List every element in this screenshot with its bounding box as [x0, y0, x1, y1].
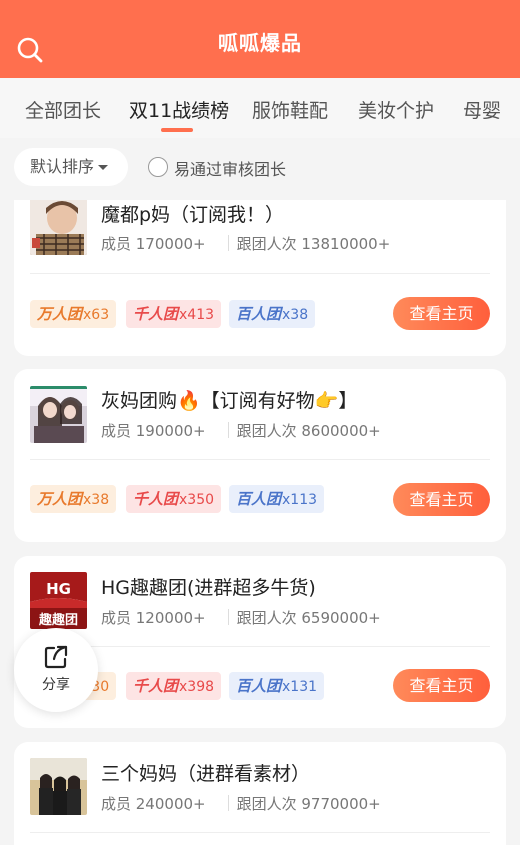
card-divider [30, 646, 490, 647]
avatar [30, 386, 87, 443]
app-header: 呱呱爆品 [0, 0, 520, 78]
stats-divider [227, 422, 229, 438]
share-button[interactable]: 分享 [14, 628, 98, 712]
badge-100-group: 百人团x38 [229, 300, 316, 328]
avatar-text-top: HG [46, 580, 71, 598]
tab-baby[interactable]: 母婴 [463, 96, 501, 123]
card-divider [30, 273, 490, 274]
follower-count: 跟团人次 8600000+ [236, 422, 381, 440]
member-count: 成员 190000+ [101, 422, 206, 440]
view-homepage-button[interactable]: 查看主页 [393, 669, 490, 702]
badge-1k-group: 千人团x413 [126, 300, 222, 328]
tab-beauty[interactable]: 美妆个护 [358, 96, 434, 123]
leader-card: 灰妈团购🔥【订阅有好物👉】 成员 190000+ 跟团人次 8600000+ 万人… [14, 369, 506, 542]
leader-name[interactable]: 三个妈妈（进群看素材） [101, 759, 310, 786]
active-tab-indicator [161, 128, 193, 132]
leader-stats: 成员 240000+ 跟团人次 9770000+ [101, 793, 381, 814]
stats-divider [227, 609, 229, 625]
leader-card: 魔都p妈（订阅我！） 成员 170000+ 跟团人次 13810000+ 万人团x… [14, 200, 506, 356]
share-icon [44, 645, 68, 669]
easy-approval-checkbox[interactable] [148, 157, 168, 177]
avatar [30, 758, 87, 815]
sort-dropdown[interactable]: 默认排序 [14, 148, 128, 186]
badge-10k-group: 万人团x63 [30, 300, 117, 328]
badge-10k-group: 万人团x38 [30, 485, 117, 513]
badge-100-group: 百人团x131 [229, 672, 325, 700]
leader-stats: 成员 190000+ 跟团人次 8600000+ [101, 420, 381, 441]
filter-bar: 默认排序 易通过审核团长 [0, 138, 520, 200]
easy-approval-label[interactable]: 易通过审核团长 [174, 156, 286, 180]
tab-double11-ranking[interactable]: 双11战绩榜 [129, 96, 229, 123]
leader-stats: 成员 170000+ 跟团人次 13810000+ [101, 233, 390, 254]
follower-count: 跟团人次 9770000+ [236, 795, 381, 813]
leader-card: 三个妈妈（进群看素材） 成员 240000+ 跟团人次 9770000+ [14, 742, 506, 845]
badge-1k-group: 千人团x350 [126, 485, 222, 513]
tab-all-leaders[interactable]: 全部团长 [25, 96, 101, 123]
view-homepage-button[interactable]: 查看主页 [393, 297, 490, 330]
leader-list: 魔都p妈（订阅我！） 成员 170000+ 跟团人次 13810000+ 万人团x… [0, 200, 520, 845]
tab-apparel[interactable]: 服饰鞋配 [252, 96, 328, 123]
stats-divider [227, 795, 229, 811]
leader-stats: 成员 120000+ 跟团人次 6590000+ [101, 607, 381, 628]
avatar-text-bottom: 趣趣团 [38, 613, 78, 628]
caret-down-icon [98, 165, 108, 170]
leader-name[interactable]: 魔都p妈（订阅我！） [101, 200, 284, 227]
badge-1k-group: 千人团x398 [126, 672, 222, 700]
card-divider [30, 459, 490, 460]
share-label: 分享 [42, 677, 70, 693]
sort-label: 默认排序 [30, 157, 95, 176]
member-count: 成员 120000+ [101, 609, 206, 627]
member-count: 成员 170000+ [101, 235, 206, 253]
category-tabs: 全部团长 双11战绩榜 服饰鞋配 美妆个护 母婴 [0, 78, 520, 138]
card-divider [30, 832, 490, 833]
view-homepage-button[interactable]: 查看主页 [393, 483, 490, 516]
avatar [30, 200, 87, 255]
member-count: 成员 240000+ [101, 795, 206, 813]
stats-divider [227, 235, 229, 251]
badge-100-group: 百人团x113 [229, 485, 325, 513]
avatar: HG 趣趣团 [30, 572, 87, 629]
leader-name[interactable]: 灰妈团购🔥【订阅有好物👉】 [101, 386, 357, 413]
leader-name[interactable]: HG趣趣团(进群超多牛货) [101, 573, 316, 600]
follower-count: 跟团人次 13810000+ [236, 235, 391, 253]
page-title: 呱呱爆品 [218, 31, 302, 55]
follower-count: 跟团人次 6590000+ [236, 609, 381, 627]
